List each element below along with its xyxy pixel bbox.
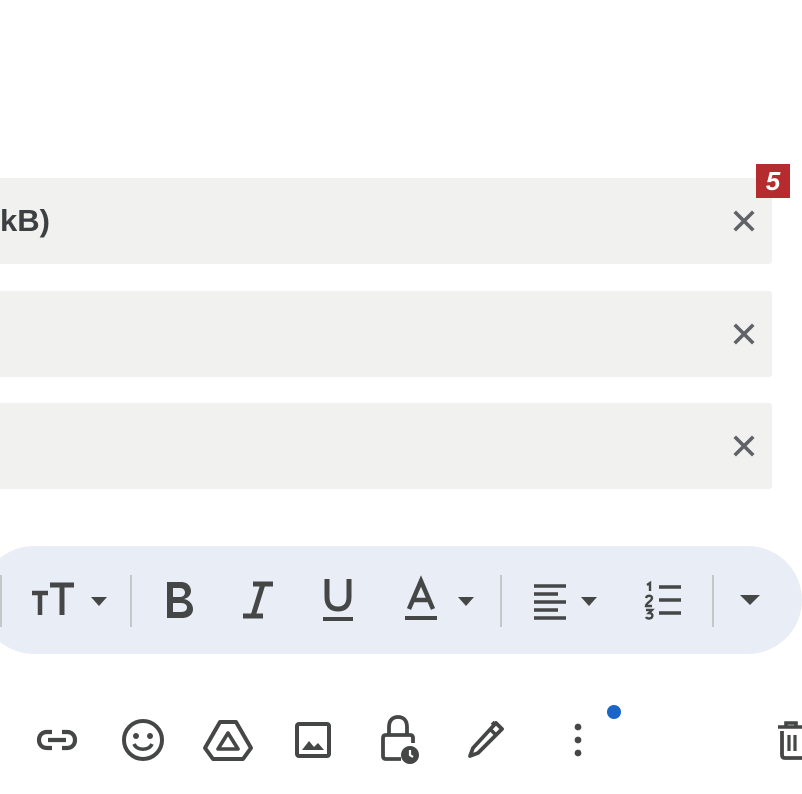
toolbar-divider xyxy=(712,575,714,627)
insert-photo-button[interactable] xyxy=(286,712,340,768)
remove-attachment-button[interactable] xyxy=(730,320,758,348)
bold-button[interactable] xyxy=(152,546,204,654)
underline-button[interactable] xyxy=(312,546,364,654)
toolbar-divider xyxy=(500,575,502,627)
attachment-row[interactable] xyxy=(0,291,772,377)
insert-link-button[interactable] xyxy=(30,712,84,768)
numbered-list-button[interactable] xyxy=(634,546,694,654)
bold-icon xyxy=(167,582,193,618)
notification-dot xyxy=(607,705,621,719)
toolbar-divider xyxy=(130,575,132,627)
text-color-button[interactable] xyxy=(392,546,486,654)
italic-button[interactable] xyxy=(232,546,284,654)
align-button[interactable] xyxy=(518,546,614,654)
lock-clock-icon xyxy=(381,715,419,764)
toolbar-divider xyxy=(0,575,2,627)
close-icon xyxy=(733,323,755,345)
drive-icon xyxy=(203,720,253,761)
confidential-mode-button[interactable] xyxy=(372,712,426,768)
attachment-row[interactable]: kB) xyxy=(0,178,772,264)
attachment-row[interactable] xyxy=(0,403,772,489)
text-color-icon xyxy=(405,575,474,620)
more-vert-icon xyxy=(574,723,582,757)
text-size-button[interactable] xyxy=(24,546,118,654)
attachment-size-label: kB) xyxy=(0,203,50,238)
numbered-list-icon xyxy=(644,580,681,620)
close-icon xyxy=(733,435,755,457)
insert-signature-button[interactable] xyxy=(458,712,512,768)
more-options-button[interactable] xyxy=(556,712,600,768)
insert-drive-file-button[interactable] xyxy=(200,712,256,768)
text-size-icon xyxy=(32,582,107,615)
remove-attachment-button[interactable] xyxy=(730,207,758,235)
underline-icon xyxy=(323,579,353,621)
chevron-down-icon xyxy=(740,595,760,605)
remove-attachment-button[interactable] xyxy=(730,432,758,460)
discard-draft-button[interactable] xyxy=(774,712,802,768)
insert-emoji-button[interactable] xyxy=(116,712,170,768)
more-formatting-button[interactable] xyxy=(728,546,772,654)
trash-icon xyxy=(778,721,802,760)
align-icon xyxy=(534,584,597,620)
emoji-icon xyxy=(122,719,164,761)
step-number-badge: 5 xyxy=(756,164,790,198)
close-icon xyxy=(733,210,755,232)
italic-icon xyxy=(243,581,273,619)
link-icon xyxy=(36,729,78,751)
pen-icon xyxy=(468,720,504,758)
photo-icon xyxy=(295,722,331,758)
